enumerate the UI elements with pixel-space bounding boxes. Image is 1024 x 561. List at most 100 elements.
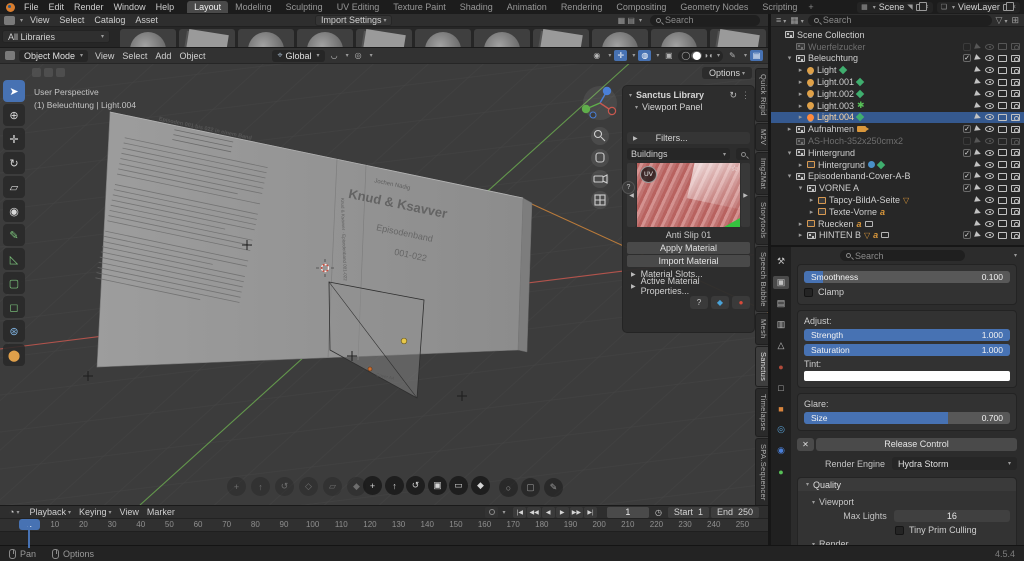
hide-viewport-icon[interactable] xyxy=(998,184,1007,192)
outliner-row-light[interactable]: ▸ Light xyxy=(771,64,1024,76)
asset-menu-asset[interactable]: Asset xyxy=(130,15,163,25)
expand-toggle[interactable]: ▾ xyxy=(786,172,793,180)
tool-cursor[interactable]: ⊕ xyxy=(3,104,25,126)
timeline-tracks[interactable] xyxy=(0,531,768,546)
play-button[interactable]: ▶ xyxy=(555,506,569,518)
expand-toggle[interactable]: ▸ xyxy=(797,231,804,239)
outliner-row-light-004[interactable]: ▸ Light.004 xyxy=(771,111,1024,124)
overlays-toggle-icon[interactable]: ◍ xyxy=(638,50,652,61)
workspace-tab-scripting[interactable]: Scripting xyxy=(755,1,804,13)
exclude-checkbox[interactable]: ✓ xyxy=(963,54,971,63)
hide-eye-icon[interactable] xyxy=(985,173,994,180)
outliner-search-input[interactable]: Search xyxy=(807,14,992,26)
hide-render-icon[interactable] xyxy=(1011,43,1020,51)
render-pass-icon[interactable]: ▤ xyxy=(750,50,763,61)
hide-render-icon[interactable] xyxy=(1011,172,1020,180)
selectable-icon[interactable] xyxy=(974,90,982,98)
hide-render-icon[interactable] xyxy=(1011,125,1020,133)
display-mode-icons[interactable]: ▦ ▤ ▾ xyxy=(618,16,642,25)
asset-thumbnail[interactable] xyxy=(533,29,589,47)
properties-tab-physics[interactable]: ◉ xyxy=(773,444,789,457)
shading-wireframe-icon[interactable]: ◯ xyxy=(681,51,690,60)
cancel-x-button[interactable]: ✕ xyxy=(797,438,814,451)
next-keyframe-button[interactable]: ▶▶ xyxy=(569,506,583,518)
import-settings-dropdown[interactable]: Import Settings ▾ xyxy=(314,14,393,26)
material-preview[interactable]: UV ☆ xyxy=(637,163,740,227)
scene-selector[interactable]: ▦ ▾ Scene ◥ × xyxy=(857,1,933,13)
viewport-menu-add[interactable]: Add xyxy=(151,51,175,61)
hide-viewport-icon[interactable] xyxy=(998,172,1007,180)
workspace-tab-texture-paint[interactable]: Texture Paint xyxy=(386,1,453,13)
outliner-row-light-003[interactable]: ▸ Light.003 ✱ xyxy=(771,100,1024,112)
clamp-checkbox[interactable] xyxy=(804,287,813,297)
expand-toggle[interactable]: ▸ xyxy=(786,125,793,133)
properties-tab-view-layer[interactable]: ▥ xyxy=(773,318,789,331)
expand-toggle[interactable]: ▸ xyxy=(797,66,804,74)
asset-thumbnail[interactable] xyxy=(356,29,412,47)
hide-render-icon[interactable] xyxy=(1011,78,1020,86)
hide-eye-icon[interactable] xyxy=(985,185,994,192)
selectable-icon[interactable] xyxy=(974,160,982,169)
apply-material-button[interactable]: Apply Material xyxy=(627,242,750,254)
asset-menu-select[interactable]: Select xyxy=(54,15,89,25)
properties-tab-output[interactable]: ▤ xyxy=(773,297,789,310)
selectable-icon[interactable] xyxy=(974,101,982,110)
tool-rotate[interactable]: ↻ xyxy=(3,152,25,174)
viewport-menu-object[interactable]: Object xyxy=(175,51,209,61)
outliner-row-scene-collection[interactable]: Scene Collection xyxy=(771,29,1024,41)
selectable-icon[interactable] xyxy=(974,54,982,63)
asset-thumbnail[interactable] xyxy=(592,29,648,47)
hide-eye-icon[interactable] xyxy=(985,102,994,109)
expand-toggle[interactable]: ▸ xyxy=(797,113,804,121)
light-point-yellow[interactable] xyxy=(400,337,408,345)
tool-move[interactable]: ✛ xyxy=(3,128,25,150)
cover-plane[interactable] xyxy=(96,111,524,368)
properties-tab-collection[interactable]: □ xyxy=(773,381,789,394)
exclude-checkbox[interactable]: ✓ xyxy=(963,125,971,134)
hide-eye-icon[interactable] xyxy=(985,197,994,204)
timeline-menu-playback[interactable]: Playback ▾ xyxy=(25,507,75,517)
more-icon[interactable]: ⋮ xyxy=(741,90,750,101)
expand-toggle[interactable]: ▸ xyxy=(797,78,804,86)
hide-viewport-icon[interactable] xyxy=(998,220,1007,228)
timeline-menu-view[interactable]: View xyxy=(116,507,143,517)
exclude-checkbox[interactable] xyxy=(963,137,971,146)
menu-help[interactable]: Help xyxy=(151,2,180,12)
selectable-icon[interactable] xyxy=(974,78,982,86)
viewport-subpanel-header[interactable]: ▾ Viewport xyxy=(804,497,1010,507)
sanctus-gem-button[interactable]: ◆ xyxy=(711,296,729,309)
selectable-icon[interactable] xyxy=(974,207,982,216)
selectable-icon[interactable] xyxy=(974,149,982,157)
saturation-slider[interactable]: Saturation 1.000 xyxy=(804,344,1010,356)
workspace-tab-uv-editing[interactable]: UV Editing xyxy=(330,1,387,13)
nav-float-button[interactable]: ↺ xyxy=(406,476,425,495)
nav-float-button[interactable]: + xyxy=(363,476,382,495)
expand-toggle[interactable]: ▸ xyxy=(797,90,804,98)
copy-scene-icon[interactable] xyxy=(915,1,927,11)
hide-eye-icon[interactable] xyxy=(985,43,994,50)
hide-render-icon[interactable] xyxy=(1011,231,1020,239)
sidebar-tab-m2v[interactable]: M2V xyxy=(755,122,768,151)
outliner-row-tapcy-bilda-seite[interactable]: ▸ Tapcy-BildA-Seite ▽ xyxy=(771,194,1024,206)
hide-viewport-icon[interactable] xyxy=(998,43,1007,51)
small-plane[interactable] xyxy=(328,281,425,399)
light-point-orange[interactable] xyxy=(367,366,373,372)
expand-toggle[interactable]: ▸ xyxy=(797,102,804,110)
gizmos-toggle-icon[interactable]: ✛ xyxy=(614,50,628,61)
hide-viewport-icon[interactable] xyxy=(998,161,1007,169)
outliner-row-as-hoch-352x250cmx2[interactable]: AS-Hoch-352x250cmx2 xyxy=(771,135,1024,147)
properties-tab-constraints[interactable]: ◎ xyxy=(773,423,789,436)
hide-eye-icon[interactable] xyxy=(985,208,994,215)
selectable-icon[interactable] xyxy=(974,113,982,122)
tool-physics-addon[interactable]: ⊛ xyxy=(3,320,25,342)
outliner-row-beleuchtung[interactable]: ▾ Beleuchtung ✓ xyxy=(771,53,1024,65)
viewport-editor-icon[interactable] xyxy=(5,51,15,60)
sidebar-tab-img2mat[interactable]: Img2Mat xyxy=(755,151,768,196)
workspace-tab-compositing[interactable]: Compositing xyxy=(609,1,673,13)
tool-select-box[interactable]: ➤ xyxy=(3,80,25,102)
size-slider[interactable]: Size 0.700 xyxy=(804,412,1010,424)
selectable-icon[interactable] xyxy=(974,196,982,204)
nav-float-button[interactable]: ◆ xyxy=(471,476,490,495)
hide-eye-icon[interactable] xyxy=(985,126,994,133)
nav-float-button[interactable]: ✎ xyxy=(544,478,563,497)
